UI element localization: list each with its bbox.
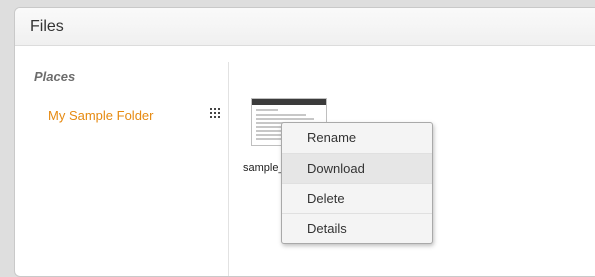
file-name[interactable]: sample_ xyxy=(243,162,285,174)
folder-label: My Sample Folder xyxy=(48,108,154,123)
panel-header: Files xyxy=(15,8,595,46)
menu-item-rename[interactable]: Rename xyxy=(282,123,432,153)
menu-item-details[interactable]: Details xyxy=(282,213,432,243)
places-heading: Places xyxy=(34,69,76,84)
grid-view-icon[interactable] xyxy=(210,108,220,118)
sidebar-item-my-sample-folder[interactable]: My Sample Folder xyxy=(15,100,228,130)
menu-item-download[interactable]: Download xyxy=(282,153,432,183)
file-context-menu: Rename Download Delete Details xyxy=(281,122,433,244)
places-sidebar: Places My Sample Folder xyxy=(15,62,229,276)
menu-item-delete[interactable]: Delete xyxy=(282,183,432,213)
panel-title: Files xyxy=(30,17,64,35)
